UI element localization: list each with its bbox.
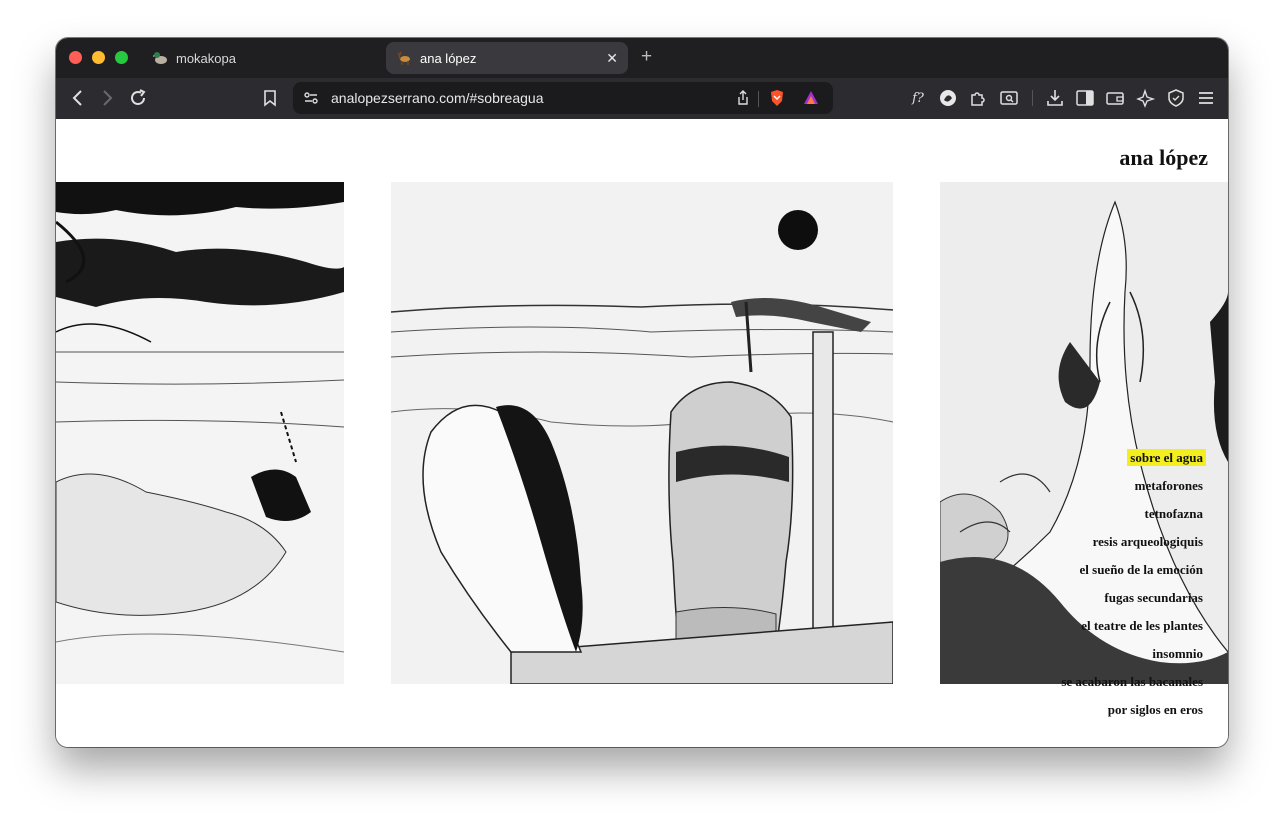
nav-item-tetnofazna[interactable]: tetnofazna <box>1058 503 1206 531</box>
divider <box>758 91 759 107</box>
browser-toolbar: analopezserrano.com/#sobreagua f? <box>56 78 1228 119</box>
tab-mokakopa[interactable]: mokakopa <box>142 42 352 74</box>
extension-circle-icon[interactable] <box>938 88 958 108</box>
tab-title: ana lópez <box>420 50 477 66</box>
address-bar[interactable]: analopezserrano.com/#sobreagua <box>293 82 833 114</box>
nav-item-el-sueno-de-la-emocion[interactable]: el sueño de la emoción <box>1058 559 1206 587</box>
downloads-icon[interactable] <box>1045 88 1065 108</box>
brave-shields-icon[interactable] <box>767 88 787 108</box>
deer-favicon-icon <box>396 50 412 66</box>
forward-icon[interactable] <box>97 88 117 108</box>
nav-item-metaforones[interactable]: metaforones <box>1058 475 1206 503</box>
wallet-icon[interactable] <box>1105 88 1125 108</box>
back-icon[interactable] <box>68 88 88 108</box>
vpn-shield-icon[interactable] <box>1166 88 1186 108</box>
nav-item-por-siglos-en-eros[interactable]: por siglos en eros <box>1058 699 1206 727</box>
browser-window: mokakopa ana lópez ✕ + analopezserrano.c… <box>56 38 1228 747</box>
nav-item-sobre-el-agua[interactable]: sobre el agua <box>1058 447 1206 475</box>
url-text[interactable]: analopezserrano.com/#sobreagua <box>331 90 543 106</box>
nav-item-insomnio[interactable]: insomnio <box>1058 643 1206 671</box>
divider <box>1032 90 1033 106</box>
share-icon[interactable] <box>733 88 753 108</box>
minimize-window-button[interactable] <box>92 51 105 64</box>
font-icon[interactable]: f? <box>908 88 928 108</box>
close-window-button[interactable] <box>69 51 82 64</box>
close-tab-icon[interactable]: ✕ <box>606 49 618 67</box>
new-tab-button[interactable]: + <box>641 47 652 67</box>
tab-ana-lopez[interactable]: ana lópez ✕ <box>386 42 628 74</box>
site-navigation: sobre el agua metaforones tetnofazna res… <box>1058 447 1206 727</box>
tab-bar: mokakopa ana lópez ✕ + <box>56 38 1228 78</box>
artwork-left[interactable] <box>56 182 344 684</box>
duck-favicon-icon <box>152 50 168 66</box>
bookmark-icon[interactable] <box>260 88 280 108</box>
reload-icon[interactable] <box>128 88 148 108</box>
menu-icon[interactable] <box>1196 88 1216 108</box>
artwork-center[interactable] <box>391 182 893 684</box>
nav-item-fugas-secundarias[interactable]: fugas secundarias <box>1058 587 1206 615</box>
reader-search-icon[interactable] <box>999 88 1019 108</box>
page-content: ana lópez sobre el agua metaforones tetn… <box>56 119 1228 747</box>
nav-item-el-teatre-de-les-plantes[interactable]: el teatre de les plantes <box>1058 615 1206 643</box>
extensions-icon[interactable] <box>968 88 988 108</box>
site-title[interactable]: ana lópez <box>1119 145 1208 171</box>
nav-item-se-acabaron-las-bacanales[interactable]: se acabaron las bacanales <box>1058 671 1206 699</box>
leo-ai-icon[interactable] <box>1136 88 1156 108</box>
site-settings-icon[interactable] <box>301 88 321 108</box>
brave-rewards-icon[interactable] <box>801 88 821 108</box>
sidebar-icon[interactable] <box>1075 88 1095 108</box>
nav-item-resis-arqueologiquis[interactable]: resis arqueologiquis <box>1058 531 1206 559</box>
tab-title: mokakopa <box>176 50 236 66</box>
fullscreen-window-button[interactable] <box>115 51 128 64</box>
